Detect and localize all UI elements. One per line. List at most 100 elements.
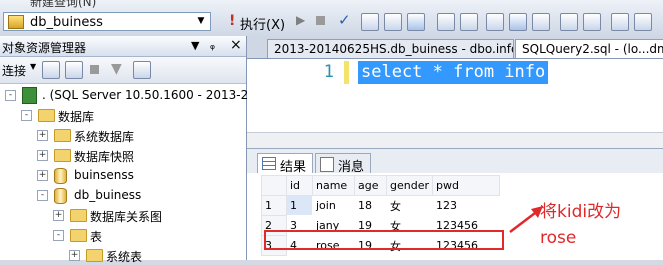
expand-icon[interactable]: + [37,150,48,161]
tree-item[interactable]: + 系统数据库 [0,125,246,145]
chevron-down-icon[interactable]: ▼ [194,14,208,29]
disconnect-icon[interactable] [65,61,83,79]
line-number: 1 [323,62,334,82]
object-tree: -. (SQL Server 10.50.1600 - 2013-201- 数据库… [0,84,263,264]
query-designer-icon[interactable] [384,13,402,31]
display-plan-icon[interactable] [361,13,379,31]
top-toolbar-row: 新建查询(N) [0,0,663,8]
tree-item[interactable]: + 数据库快照 [0,145,246,165]
toolbar: 新建查询(N) db_buiness ▼ ! 执行(X) ▶ ✓ [0,0,663,37]
query-editor[interactable]: 1 select * from info [247,59,663,149]
results-tab-strip: 结果 消息 [247,148,663,175]
folder-icon [54,149,71,162]
highlight-box [264,230,504,250]
object-explorer-titlebar: 对象资源管理器 ▼ ᵩ × [0,36,246,57]
tree-item-label: 系统表 [106,250,143,264]
new-query-button[interactable]: 新建查询(N) [30,0,96,8]
corner-cell[interactable] [261,175,287,196]
database-select[interactable]: db_buiness ▼ [3,12,211,31]
tree-item[interactable]: + 系统表 [0,245,246,265]
row-number[interactable]: 1 [261,195,287,216]
column-header-id[interactable]: id [286,175,313,196]
grid-icon [262,157,276,170]
collapse-icon[interactable]: - [5,90,16,101]
collapse-icon[interactable]: - [53,230,64,241]
increase-indent-icon[interactable] [634,13,652,31]
execute-icon[interactable]: ! [229,13,235,29]
tab-messages[interactable]: 消息 [315,153,371,175]
server-icon [22,87,37,104]
folder-icon [86,249,103,262]
tree-item-label: 数据库快照 [74,150,135,164]
parse-icon[interactable]: ✓ [338,11,351,29]
selected-sql-code[interactable]: select * from info [358,61,549,84]
change-marker [344,61,349,84]
table-cell[interactable]: 1 [286,195,313,216]
database-icon [54,188,67,204]
execute-button[interactable]: 执行(X) [240,14,285,33]
tab-sqlquery2[interactable]: SQLQuery2.sql - (lo...dm [515,39,663,58]
refresh-icon[interactable] [133,61,151,79]
include-plan-icon[interactable] [486,13,504,31]
column-header-pwd[interactable]: pwd [432,175,500,196]
connect-object-icon[interactable] [42,61,60,79]
annotation-line-2: rose [540,228,577,248]
folder-icon [38,109,55,122]
tree-item-label: 数据库 [58,110,95,124]
uncomment-icon[interactable] [583,13,601,31]
connect-button[interactable]: 连接 [2,62,26,79]
pin-dropdown-icon[interactable]: ▼ [191,39,199,52]
collapse-icon[interactable]: - [21,110,32,121]
table-row[interactable]: 1 1 join 18 女 123 [261,195,500,216]
stop-icon[interactable] [316,16,325,25]
stop-icon[interactable] [90,65,99,74]
sql-cmd-mode-icon[interactable] [532,13,550,31]
database-select-value: db_buiness [30,15,103,30]
tab-results[interactable]: 结果 [257,153,313,175]
horizontal-scrollbar[interactable] [247,132,663,149]
column-header-age[interactable]: age [354,175,387,196]
tree-item-label: db_buiness [74,188,142,202]
expand-icon[interactable]: + [37,130,48,141]
debug-icon[interactable]: ▶ [296,13,305,27]
column-header-gender[interactable]: gender [386,175,433,196]
tab-table-info[interactable]: 2013-20140625HS.db_buiness - dbo.info [267,39,514,58]
table-cell[interactable]: 123 [432,195,500,216]
object-explorer-toolbar: 连接 ▼ ▼ [0,57,246,84]
collapse-icon[interactable]: - [37,190,48,201]
results-to-grid-icon[interactable] [407,13,425,31]
folder-icon [70,229,87,242]
database-icon [8,15,24,29]
tree-item[interactable]: - 数据库 [0,105,246,125]
tree-item-label: 表 [90,230,103,244]
tree-item[interactable]: + buinsenss [0,165,246,185]
pin-icon[interactable]: ᵩ [210,38,215,52]
results-to-file-icon[interactable] [460,13,478,31]
comment-icon[interactable] [560,13,578,31]
decrease-indent-icon[interactable] [611,13,629,31]
document-tab-strip: 2013-20140625HS.db_buiness - dbo.info SQ… [247,36,663,59]
header-row: id name age gender pwd [261,175,500,196]
connect-dropdown-icon[interactable]: ▼ [30,62,36,71]
message-icon [320,157,334,172]
tree-item[interactable]: - . (SQL Server 10.50.1600 - 2013-201 [0,85,263,105]
expand-icon[interactable]: + [69,250,80,261]
tree-item[interactable]: + 数据库关系图 [0,205,246,225]
annotation-line-1: 将kidi改为 [540,202,622,222]
folder-icon [70,209,87,222]
annotation-text: 将kidi改为 rose [540,199,621,251]
tree-item[interactable]: - db_buiness [0,185,246,205]
table-cell[interactable]: join [312,195,355,216]
close-icon[interactable]: × [230,37,242,53]
client-statistics-icon[interactable] [509,13,527,31]
tree-item[interactable]: -表 [0,225,246,245]
object-explorer-title: 对象资源管理器 [2,41,87,55]
expand-icon[interactable]: + [37,170,48,181]
filter-icon[interactable]: ▼ [111,61,122,77]
results-to-text-icon[interactable] [437,13,455,31]
table-cell[interactable]: 女 [386,195,433,216]
table-cell[interactable]: 18 [354,195,387,216]
column-header-name[interactable]: name [312,175,355,196]
expand-icon[interactable]: + [53,210,64,221]
tree-item-label: 系统数据库 [74,130,135,144]
